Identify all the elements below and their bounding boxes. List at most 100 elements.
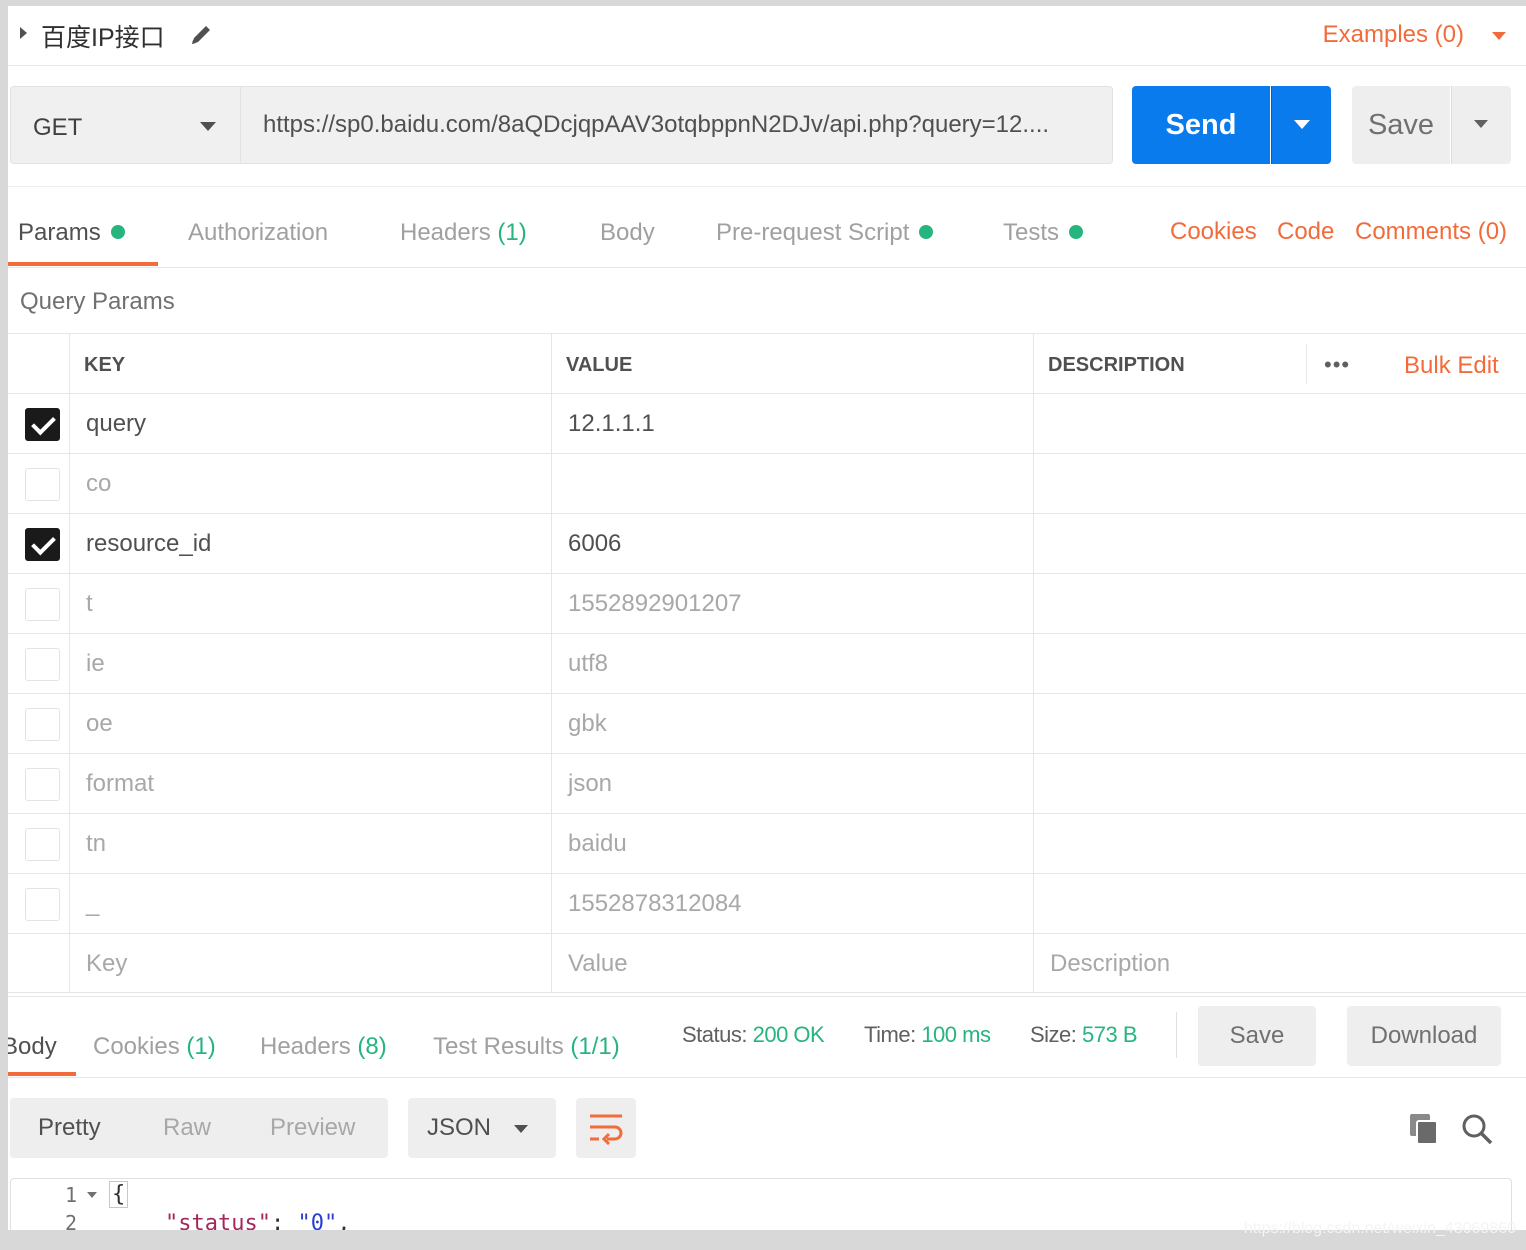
tab-label: Test Results bbox=[433, 1033, 564, 1060]
tab-authorization[interactable]: Authorization bbox=[188, 219, 328, 247]
method-select[interactable]: GET bbox=[10, 86, 240, 164]
key-cell[interactable]: t bbox=[70, 574, 552, 633]
key-cell[interactable]: tn bbox=[70, 814, 552, 873]
save-button[interactable]: Save bbox=[1352, 86, 1450, 164]
key-cell[interactable]: Key bbox=[70, 934, 552, 992]
tab-body[interactable]: Body bbox=[600, 219, 655, 247]
status-dot bbox=[110, 225, 125, 239]
description-cell[interactable] bbox=[1034, 814, 1526, 873]
param-checkbox[interactable] bbox=[25, 828, 60, 861]
description-cell[interactable] bbox=[1034, 454, 1526, 513]
checkbox-cell bbox=[8, 694, 70, 753]
value-cell[interactable]: 1552892901207 bbox=[552, 574, 1034, 633]
comments-link[interactable]: Comments (0) bbox=[1355, 218, 1507, 246]
key-cell[interactable]: _ bbox=[70, 874, 552, 933]
param-checkbox[interactable] bbox=[25, 888, 60, 921]
param-checkbox[interactable] bbox=[25, 648, 60, 681]
value-cell[interactable]: Value bbox=[552, 934, 1034, 992]
time-readout: Time: 100 ms bbox=[864, 1022, 991, 1048]
expand-caret-icon[interactable] bbox=[20, 27, 27, 39]
value-cell[interactable] bbox=[552, 454, 1034, 513]
description-cell[interactable] bbox=[1034, 694, 1526, 753]
send-button[interactable]: Send bbox=[1132, 86, 1270, 164]
view-pretty-button[interactable]: Pretty bbox=[38, 1114, 101, 1142]
description-cell[interactable] bbox=[1034, 874, 1526, 933]
tab-test-results[interactable]: Test Results (1/1) bbox=[433, 1033, 620, 1061]
param-checkbox[interactable] bbox=[25, 588, 60, 621]
chevron-down-icon bbox=[1294, 120, 1310, 129]
search-icon[interactable] bbox=[1460, 1112, 1494, 1146]
status-dot bbox=[919, 225, 934, 239]
tab-headers[interactable]: Headers (1) bbox=[400, 219, 527, 247]
view-mode-group: Pretty Raw Preview bbox=[10, 1098, 388, 1158]
description-cell[interactable] bbox=[1034, 754, 1526, 813]
download-button[interactable]: Download bbox=[1347, 1006, 1501, 1066]
checkbox-cell bbox=[8, 454, 70, 513]
value-cell[interactable]: json bbox=[552, 754, 1034, 813]
value-placeholder: Value bbox=[568, 950, 628, 977]
param-key: co bbox=[86, 470, 112, 497]
new-param-row: Key Value Description bbox=[8, 933, 1526, 993]
param-key: tn bbox=[86, 830, 107, 857]
key-cell[interactable]: co bbox=[70, 454, 552, 513]
key-cell[interactable]: format bbox=[70, 754, 552, 813]
param-checkbox[interactable] bbox=[25, 768, 60, 801]
value-cell[interactable]: 12.1.1.1 bbox=[552, 394, 1034, 453]
send-dropdown-button[interactable] bbox=[1271, 86, 1331, 164]
value-cell[interactable]: gbk bbox=[552, 694, 1034, 753]
tab-tests[interactable]: Tests bbox=[1003, 219, 1084, 247]
key-cell[interactable]: oe bbox=[70, 694, 552, 753]
description-cell[interactable] bbox=[1034, 634, 1526, 693]
method-label: GET bbox=[33, 114, 83, 141]
table-row: tn baidu bbox=[8, 813, 1526, 873]
description-cell[interactable] bbox=[1034, 574, 1526, 633]
param-checkbox[interactable] bbox=[25, 408, 60, 441]
value-cell[interactable]: utf8 bbox=[552, 634, 1034, 693]
key-cell[interactable]: query bbox=[70, 394, 552, 453]
wrap-lines-icon bbox=[590, 1114, 623, 1145]
tab-response-cookies[interactable]: Cookies (1) bbox=[93, 1033, 216, 1061]
more-options-icon[interactable]: ••• bbox=[1324, 352, 1350, 378]
examples-caret-icon[interactable] bbox=[1492, 32, 1506, 40]
pencil-icon[interactable] bbox=[186, 20, 216, 50]
save-response-button[interactable]: Save bbox=[1198, 1006, 1316, 1066]
param-value: json bbox=[568, 770, 613, 797]
tab-params[interactable]: Params bbox=[18, 219, 125, 247]
view-preview-button[interactable]: Preview bbox=[270, 1114, 355, 1142]
chevron-down-icon bbox=[200, 122, 216, 131]
bulk-edit-link[interactable]: Bulk Edit bbox=[1404, 352, 1499, 380]
cookies-link[interactable]: Cookies bbox=[1170, 218, 1257, 246]
save-dropdown-button[interactable] bbox=[1451, 86, 1511, 164]
param-checkbox[interactable] bbox=[25, 708, 60, 741]
key-cell[interactable]: resource_id bbox=[70, 514, 552, 573]
fold-caret-icon[interactable] bbox=[87, 1192, 97, 1198]
format-select[interactable]: JSON bbox=[408, 1098, 556, 1158]
param-key: query bbox=[86, 410, 147, 437]
size-value: 573 B bbox=[1082, 1022, 1138, 1047]
request-name[interactable]: 百度IP接口 bbox=[41, 18, 165, 54]
value-cell[interactable]: 1552878312084 bbox=[552, 874, 1034, 933]
value-cell[interactable]: baidu bbox=[552, 814, 1034, 873]
description-cell[interactable]: Description bbox=[1034, 934, 1526, 992]
wrap-lines-button[interactable] bbox=[576, 1098, 636, 1158]
tab-response-body[interactable]: Body bbox=[8, 1033, 57, 1061]
param-key: format bbox=[86, 770, 155, 797]
header-check-cell bbox=[8, 334, 70, 393]
description-cell[interactable] bbox=[1034, 394, 1526, 453]
value-cell[interactable]: 6006 bbox=[552, 514, 1034, 573]
tab-pre-request-script[interactable]: Pre-request Script bbox=[716, 219, 934, 247]
checkbox-cell bbox=[8, 514, 70, 573]
examples-dropdown[interactable]: Examples (0) bbox=[1323, 21, 1464, 49]
status-readout: Status: 200 OK bbox=[682, 1022, 825, 1048]
tab-response-headers[interactable]: Headers (8) bbox=[260, 1033, 387, 1061]
url-input[interactable]: https://sp0.baidu.com/8aQDcjqpAAV3otqbpp… bbox=[240, 86, 1113, 164]
view-raw-button[interactable]: Raw bbox=[163, 1114, 211, 1142]
copy-icon[interactable] bbox=[1408, 1112, 1440, 1146]
param-value: 1552878312084 bbox=[568, 890, 742, 917]
param-checkbox[interactable] bbox=[25, 468, 60, 501]
param-checkbox[interactable] bbox=[25, 528, 60, 561]
description-cell[interactable] bbox=[1034, 514, 1526, 573]
code-link[interactable]: Code bbox=[1277, 218, 1334, 246]
key-cell[interactable]: ie bbox=[70, 634, 552, 693]
param-key: ie bbox=[86, 650, 105, 677]
